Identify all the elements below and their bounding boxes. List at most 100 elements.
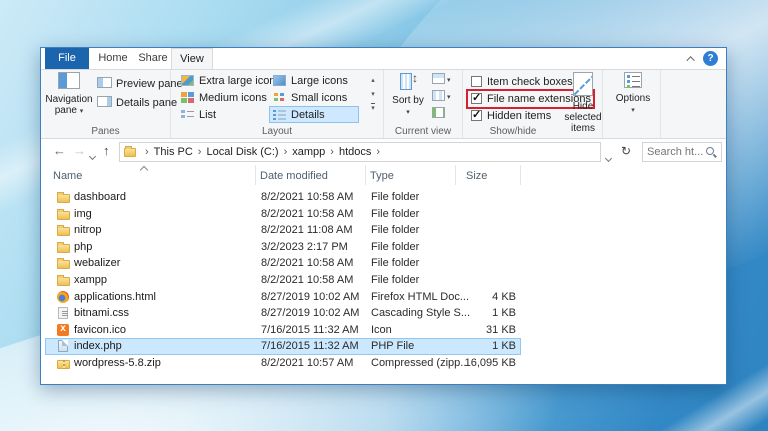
file-date-modified: 7/16/2015 11:32 AM bbox=[261, 324, 359, 336]
address-dropdown-icon[interactable] bbox=[606, 149, 611, 164]
group-by-button[interactable]: ▾ bbox=[432, 73, 451, 88]
column-header-type[interactable]: Type bbox=[366, 165, 456, 185]
file-row-nitrop[interactable]: nitrop8/2/2021 11:08 AMFile folder bbox=[41, 222, 726, 239]
up-button[interactable]: ↑ bbox=[103, 143, 110, 158]
recent-locations-icon[interactable] bbox=[90, 147, 95, 162]
file-row-applications-html[interactable]: applications.html8/27/2019 10:02 AMFiref… bbox=[41, 289, 726, 306]
file-row-php[interactable]: php3/2/2023 2:17 PMFile folder bbox=[41, 239, 726, 256]
file-type: File folder bbox=[371, 208, 419, 220]
column-header-size[interactable]: Size bbox=[456, 165, 521, 185]
breadcrumb-separator[interactable]: › bbox=[330, 146, 334, 158]
group-label-current-view: Current view bbox=[384, 126, 462, 137]
breadcrumb[interactable]: › This PC›Local Disk (C:)›xampp›htdocs› bbox=[119, 142, 601, 162]
css-icon bbox=[58, 307, 68, 319]
ribbon-group-show-hide: Item check boxesFile name extensionsHidd… bbox=[463, 70, 603, 138]
folder-icon bbox=[57, 211, 70, 220]
folder-icon bbox=[57, 244, 70, 253]
layout-option-extra-large-icons[interactable]: Extra large icons bbox=[177, 72, 267, 89]
folder-icon bbox=[57, 227, 70, 236]
large-view-icon bbox=[273, 75, 286, 86]
details-pane-button[interactable]: Details pane bbox=[97, 95, 177, 111]
file-type: Icon bbox=[371, 324, 392, 336]
help-icon[interactable]: ? bbox=[703, 51, 718, 66]
breadcrumb-separator[interactable]: › bbox=[284, 146, 288, 158]
search-icon[interactable] bbox=[706, 147, 717, 158]
layout-option-label: Small icons bbox=[291, 92, 347, 104]
back-button[interactable]: ← bbox=[53, 143, 66, 158]
file-explorer-window: File Home Share View ? Navigation pane ▾… bbox=[40, 47, 727, 385]
file-type: Compressed (zipp... bbox=[371, 357, 469, 369]
minimize-ribbon-icon[interactable] bbox=[686, 56, 694, 64]
folder-icon bbox=[57, 194, 70, 203]
column-header-date-modified[interactable]: Date modified bbox=[256, 165, 366, 185]
add-columns-icon bbox=[432, 90, 445, 101]
file-size: 16,095 KB bbox=[456, 357, 516, 369]
file-row-bitnami-css[interactable]: bitnami.css8/27/2019 10:02 AMCascading S… bbox=[41, 305, 726, 322]
file-row-index-php[interactable]: index.php7/16/2015 11:32 AMPHP File1 KB bbox=[45, 338, 521, 355]
breadcrumb-segment-local-disk-c[interactable]: Local Disk (C:) bbox=[206, 146, 278, 158]
small-view-icon bbox=[273, 92, 286, 103]
file-row-favicon-ico[interactable]: favicon.ico7/16/2015 11:32 AMIcon31 KB bbox=[41, 322, 726, 339]
column-headers: Name Date modified Type Size bbox=[41, 165, 726, 185]
medium-view-icon bbox=[181, 92, 194, 103]
file-name: xampp bbox=[74, 274, 107, 286]
breadcrumb-separator[interactable]: › bbox=[198, 146, 202, 158]
tab-home[interactable]: Home bbox=[93, 48, 133, 69]
file-row-wordpress-5-8-zip[interactable]: wordpress-5.8.zip8/2/2021 10:57 AMCompre… bbox=[41, 355, 726, 372]
breadcrumb-separator[interactable]: › bbox=[376, 146, 380, 158]
checkbox-icon[interactable] bbox=[471, 93, 482, 104]
file-date-modified: 8/2/2021 10:58 AM bbox=[261, 208, 353, 220]
scroll-down-icon[interactable]: ▾ bbox=[371, 91, 375, 98]
breadcrumb-segment-this-pc[interactable]: This PC bbox=[154, 146, 193, 158]
breadcrumb-segment-xampp[interactable]: xampp bbox=[292, 146, 325, 158]
checkbox-icon[interactable] bbox=[471, 110, 482, 121]
size-all-columns-button[interactable] bbox=[432, 107, 447, 122]
dropdown-caret-icon: ▾ bbox=[631, 107, 635, 114]
file-name: php bbox=[74, 241, 92, 253]
tab-file[interactable]: File bbox=[45, 48, 89, 69]
checkbox-hidden-items[interactable]: Hidden items bbox=[471, 108, 551, 125]
details-pane-icon bbox=[97, 96, 112, 107]
hide-selected-items-button[interactable]: Hide selected items bbox=[561, 72, 605, 134]
layout-option-medium-icons[interactable]: Medium icons bbox=[177, 89, 267, 106]
file-row-dashboard[interactable]: dashboard8/2/2021 10:58 AMFile folder bbox=[41, 189, 726, 206]
file-date-modified: 8/2/2021 11:08 AM bbox=[261, 224, 353, 236]
preview-pane-button[interactable]: Preview pane bbox=[97, 76, 183, 92]
refresh-icon[interactable]: ↻ bbox=[621, 144, 631, 158]
sort-by-button[interactable]: Sort by ▾ bbox=[390, 72, 426, 118]
file-type: Firefox HTML Doc... bbox=[371, 291, 469, 303]
more-layouts-icon[interactable]: ▾ bbox=[371, 103, 375, 113]
add-columns-button[interactable]: ▾ bbox=[432, 90, 451, 105]
breadcrumb-segment-htdocs[interactable]: htdocs bbox=[339, 146, 371, 158]
search-input[interactable] bbox=[647, 144, 705, 160]
layout-option-list[interactable]: List bbox=[177, 106, 267, 123]
file-row-xampp[interactable]: xampp8/2/2021 10:58 AMFile folder bbox=[41, 272, 726, 289]
checkbox-icon[interactable] bbox=[471, 76, 482, 87]
file-date-modified: 8/2/2021 10:58 AM bbox=[261, 274, 353, 286]
ribbon-group-panes: Navigation pane ▾ Preview pane Details p… bbox=[41, 70, 171, 138]
options-button[interactable]: Options ▾ bbox=[614, 72, 652, 116]
layout-option-details[interactable]: Details bbox=[269, 106, 359, 123]
checkbox-label: Item check boxes bbox=[487, 76, 573, 88]
forward-button[interactable]: → bbox=[73, 143, 86, 158]
file-type: File folder bbox=[371, 191, 419, 203]
scroll-up-icon[interactable]: ▴ bbox=[371, 77, 375, 84]
layout-options: Extra large iconsMedium icons List Large i… bbox=[177, 72, 359, 123]
group-label-layout: Layout bbox=[171, 126, 383, 137]
layout-option-label: List bbox=[199, 109, 216, 121]
tab-view[interactable]: View bbox=[171, 48, 213, 69]
file-row-img[interactable]: img8/2/2021 10:58 AMFile folder bbox=[41, 206, 726, 223]
layout-scrollbar[interactable]: ▴ ▾ ▾ bbox=[367, 74, 379, 116]
column-header-name[interactable]: Name bbox=[49, 165, 256, 185]
tab-share[interactable]: Share bbox=[133, 48, 173, 69]
layout-option-large-icons[interactable]: Large icons bbox=[269, 72, 359, 89]
hide-selected-items-label: Hide selected items bbox=[564, 101, 601, 134]
file-row-webalizer[interactable]: webalizer8/2/2021 10:58 AMFile folder bbox=[41, 255, 726, 272]
group-label-panes: Panes bbox=[41, 126, 170, 137]
file-name: index.php bbox=[74, 340, 122, 352]
sort-by-icon bbox=[400, 72, 416, 90]
layout-option-small-icons[interactable]: Small icons bbox=[269, 89, 359, 106]
firefox-icon bbox=[57, 291, 69, 303]
file-type: File folder bbox=[371, 241, 419, 253]
navigation-pane-button[interactable]: Navigation pane ▾ bbox=[45, 72, 93, 117]
